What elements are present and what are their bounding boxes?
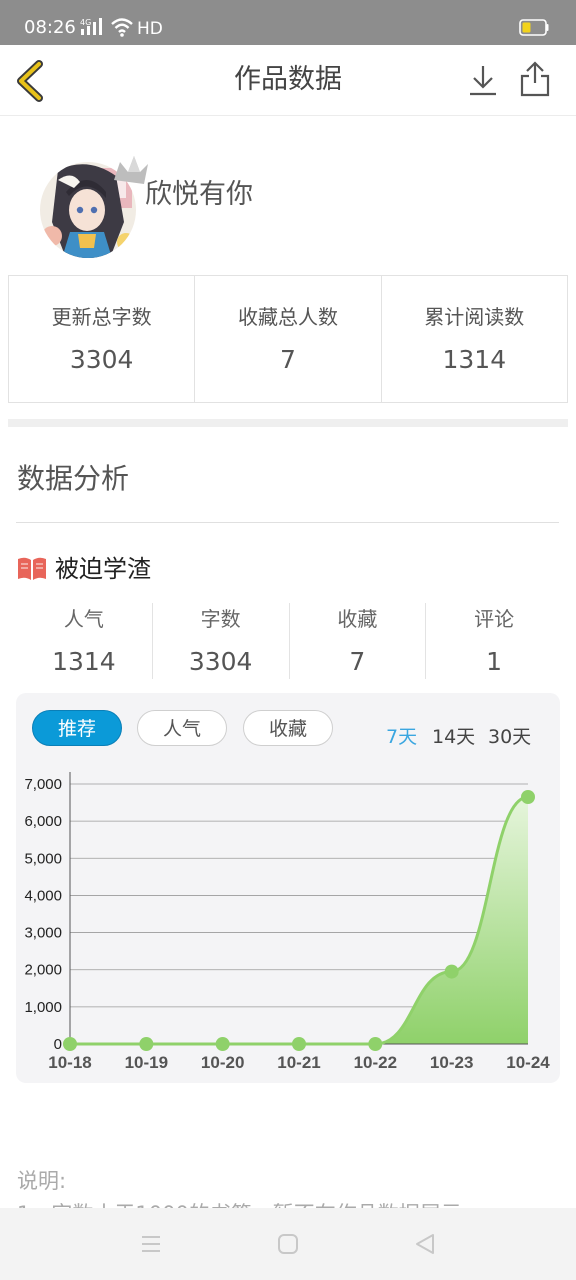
avatar-badge-icon (114, 156, 148, 184)
status-time: 08:26 (24, 17, 76, 38)
x-tick-label: 10-23 (430, 1053, 473, 1072)
x-tick-label: 10-21 (277, 1053, 320, 1072)
y-tick-label: 6,000 (24, 813, 62, 830)
status-bar: 08:26 4G HD (0, 0, 576, 45)
data-point (215, 1037, 230, 1051)
book-stat-words: 字数 3304 (153, 603, 290, 679)
section-divider (8, 419, 568, 427)
book-stat-value: 1314 (52, 647, 116, 676)
x-tick-label: 10-24 (506, 1053, 550, 1072)
book-icon (18, 557, 46, 580)
share-icon[interactable] (519, 61, 551, 97)
book-stat-popularity: 人气 1314 (16, 603, 153, 679)
y-tick-label: 3,000 (24, 925, 62, 942)
section-title: 数据分析 (17, 462, 130, 495)
system-nav-bar (0, 1208, 576, 1280)
x-tick-label: 10-18 (48, 1053, 91, 1072)
book-stat-favorites: 收藏 7 (290, 603, 427, 679)
data-point (292, 1037, 306, 1051)
x-tick-label: 10-22 (354, 1053, 397, 1072)
x-tick-label: 10-20 (201, 1053, 244, 1072)
stat-value: 3304 (69, 345, 134, 374)
stat-value: 1314 (442, 345, 507, 374)
book-stat-label: 字数 (200, 607, 241, 631)
book-title: 被迫学渣 (55, 555, 151, 583)
hd-indicator: HD (137, 19, 163, 39)
book-stat-label: 人气 (63, 607, 104, 631)
stat-total-reads: 累计阅读数 1314 (382, 276, 567, 402)
trend-chart: 0 1,000 2,000 3,000 4,000 5,000 6,000 7,000 10-1… (24, 772, 550, 1072)
signal-icon: 4G (80, 18, 102, 35)
book-stat-value: 1 (486, 647, 503, 676)
data-point (444, 964, 459, 979)
tab-favorites[interactable]: 收藏 (243, 710, 333, 746)
network-type: 4G (80, 18, 91, 27)
stat-total-words: 更新总字数 3304 (9, 276, 196, 402)
book-stat-value: 3304 (188, 647, 253, 676)
stat-label: 更新总字数 (51, 305, 152, 329)
summary-stats: 更新总字数 3304 收藏总人数 7 累计阅读数 1314 (8, 275, 568, 403)
range-7-days[interactable]: 7天 (386, 725, 417, 749)
data-point (368, 1037, 383, 1051)
y-tick-label: 1,000 (24, 999, 62, 1016)
book-stat-label: 评论 (474, 607, 515, 631)
y-tick-label: 2,000 (24, 962, 62, 979)
book-header: 被迫学渣 (16, 552, 151, 586)
author-name: 欣悦有你 (145, 179, 253, 210)
author-profile: 欣悦有你 (0, 116, 576, 271)
stat-total-favorites: 收藏总人数 7 (195, 276, 382, 402)
book-stat-comments: 评论 1 (426, 603, 562, 679)
y-tick-label: 5,000 (24, 850, 62, 867)
x-tick-label: 10-19 (125, 1053, 168, 1072)
download-icon[interactable] (468, 63, 498, 97)
header: 作品数据 (0, 45, 576, 116)
battery-icon (519, 19, 549, 36)
book-stat-label: 收藏 (337, 607, 378, 631)
menu-icon[interactable] (139, 1232, 163, 1256)
range-14-days[interactable]: 14天 (432, 725, 475, 749)
book-stat-value: 7 (349, 647, 366, 676)
book-stats: 人气 1314 字数 3304 收藏 7 评论 1 (16, 603, 562, 679)
range-30-days[interactable]: 30天 (488, 725, 531, 749)
data-point (63, 1037, 77, 1051)
data-point (521, 790, 535, 804)
avatar-container[interactable] (38, 136, 150, 258)
stat-value: 7 (280, 345, 296, 374)
back-nav-icon[interactable] (413, 1232, 437, 1256)
data-point (139, 1037, 154, 1051)
divider (16, 522, 559, 523)
y-tick-label: 4,000 (24, 887, 62, 904)
stat-label: 收藏总人数 (237, 305, 338, 329)
stat-label: 累计阅读数 (424, 305, 525, 329)
tab-popularity[interactable]: 人气 (137, 710, 227, 746)
y-tick-label: 7,000 (24, 776, 62, 793)
tab-recommend[interactable]: 推荐 (32, 710, 122, 746)
notes-label: 说明: (17, 1169, 67, 1193)
chart-card: 0 1,000 2,000 3,000 4,000 5,000 6,000 7,000 10-1… (16, 693, 560, 1083)
y-tick-label: 0 (54, 1036, 62, 1053)
home-icon[interactable] (276, 1232, 300, 1256)
wifi-icon (111, 18, 133, 37)
